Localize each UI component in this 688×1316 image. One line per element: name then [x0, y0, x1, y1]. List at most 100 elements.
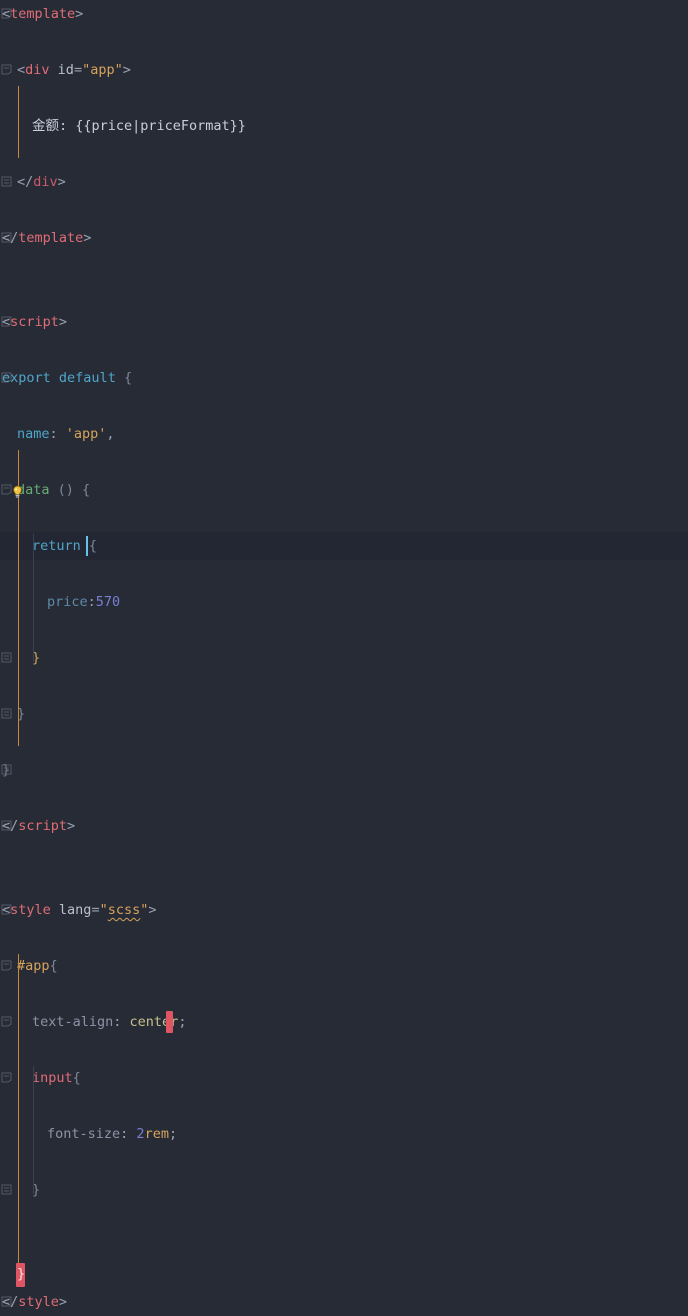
code-token: < [2, 902, 10, 918]
code-token: 金额: {{price|priceFormat}} [32, 118, 246, 134]
code-token: "app" [82, 62, 123, 78]
code-line[interactable] [0, 280, 688, 308]
code-line[interactable] [0, 840, 688, 868]
code-token: lang [59, 902, 92, 918]
code-line-text: </div> [17, 168, 66, 196]
code-line[interactable] [0, 196, 688, 224]
code-token: : [88, 594, 96, 610]
code-line[interactable]: name: 'app', [0, 420, 688, 448]
code-line[interactable] [0, 504, 688, 532]
code-line[interactable]: export default { [0, 364, 688, 392]
code-token: #app [17, 958, 50, 974]
code-token: > [123, 62, 131, 78]
code-token: < [2, 6, 10, 22]
code-line[interactable] [0, 392, 688, 420]
text-caret [86, 536, 88, 556]
code-token: > [83, 230, 91, 246]
code-line[interactable]: 金额: {{price|priceFormat}} [0, 112, 688, 140]
code-token: = [74, 62, 82, 78]
code-line-text: data () { [17, 476, 90, 504]
code-line-text: <div id="app"> [17, 56, 131, 84]
code-token: name [17, 426, 50, 442]
code-line[interactable] [0, 868, 688, 896]
code-line[interactable]: } [0, 644, 688, 672]
code-token: script [10, 314, 59, 330]
code-token: style [10, 902, 51, 918]
code-line[interactable] [0, 252, 688, 280]
code-token: </ [17, 174, 33, 190]
code-token: ; [178, 1014, 186, 1030]
code-token: : [113, 1014, 129, 1030]
code-token [50, 62, 58, 78]
code-token: style [18, 1294, 59, 1310]
code-line-text: </template> [2, 224, 91, 252]
code-token: > [59, 314, 67, 330]
code-line[interactable]: <div id="app"> [0, 56, 688, 84]
code-line[interactable] [0, 980, 688, 1008]
code-line[interactable]: } [0, 700, 688, 728]
code-line[interactable]: </template> [0, 224, 688, 252]
code-line[interactable]: <script> [0, 308, 688, 336]
code-token: return [32, 538, 81, 554]
code-editor[interactable]: <template><div id="app">金额: {{price|pric… [0, 0, 688, 706]
lightbulb-icon[interactable] [10, 482, 25, 497]
code-line[interactable] [0, 924, 688, 952]
code-line[interactable]: #app{ [0, 952, 688, 980]
code-token: text-align [32, 1014, 113, 1030]
code-line[interactable] [0, 28, 688, 56]
code-line[interactable]: font-size: 2rem; [0, 1120, 688, 1148]
code-line[interactable]: <template> [0, 0, 688, 28]
code-line[interactable] [0, 1036, 688, 1064]
code-token: script [18, 818, 67, 834]
code-line[interactable]: text-align: center; [0, 1008, 688, 1036]
code-token: </ [2, 1294, 18, 1310]
code-token: < [17, 62, 25, 78]
code-line-text: price:570 [47, 588, 120, 616]
code-line[interactable]: input{ [0, 1064, 688, 1092]
code-line[interactable] [0, 1260, 688, 1288]
code-line[interactable] [0, 336, 688, 364]
code-token: rem [145, 1126, 169, 1142]
code-line[interactable] [0, 84, 688, 112]
code-line[interactable]: data () { [0, 476, 688, 504]
code-line[interactable] [0, 1148, 688, 1176]
code-line-text: </style> [2, 1288, 67, 1316]
code-line[interactable]: } [0, 756, 688, 784]
code-token: > [75, 6, 83, 22]
code-line-text: export default { [2, 364, 132, 392]
code-token: id [58, 62, 74, 78]
code-token: div [25, 62, 49, 78]
code-line[interactable] [0, 616, 688, 644]
code-token: template [18, 230, 83, 246]
code-token: scss [108, 902, 141, 918]
code-line[interactable]: } [0, 1176, 688, 1204]
code-token: : [50, 426, 66, 442]
code-line[interactable]: <style lang="scss"> [0, 896, 688, 924]
code-token: default [59, 370, 116, 386]
code-token: template [10, 6, 75, 22]
code-line[interactable] [0, 1204, 688, 1232]
code-line[interactable] [0, 1092, 688, 1120]
code-line-text: 金额: {{price|priceFormat}} [32, 112, 246, 140]
code-token: { [73, 1070, 81, 1086]
code-line[interactable] [0, 728, 688, 756]
code-token: { [89, 538, 97, 554]
code-token: > [58, 174, 66, 190]
code-line[interactable] [0, 784, 688, 812]
code-line[interactable] [0, 140, 688, 168]
code-line-text: text-align: center; [32, 1008, 186, 1036]
code-line[interactable] [0, 672, 688, 700]
code-line[interactable]: </style> [0, 1288, 688, 1316]
code-token: > [67, 818, 75, 834]
code-line[interactable]: return { [0, 532, 688, 560]
code-line[interactable] [0, 560, 688, 588]
code-line-text: <style lang="scss"> [2, 896, 157, 924]
code-line[interactable]: price:570 [0, 588, 688, 616]
code-line[interactable] [0, 448, 688, 476]
code-line[interactable]: </div> [0, 168, 688, 196]
code-token: { [50, 958, 58, 974]
code-line[interactable]: </script> [0, 812, 688, 840]
code-line[interactable] [0, 1232, 688, 1260]
code-token: </ [2, 818, 18, 834]
error-marker[interactable] [166, 1011, 173, 1033]
